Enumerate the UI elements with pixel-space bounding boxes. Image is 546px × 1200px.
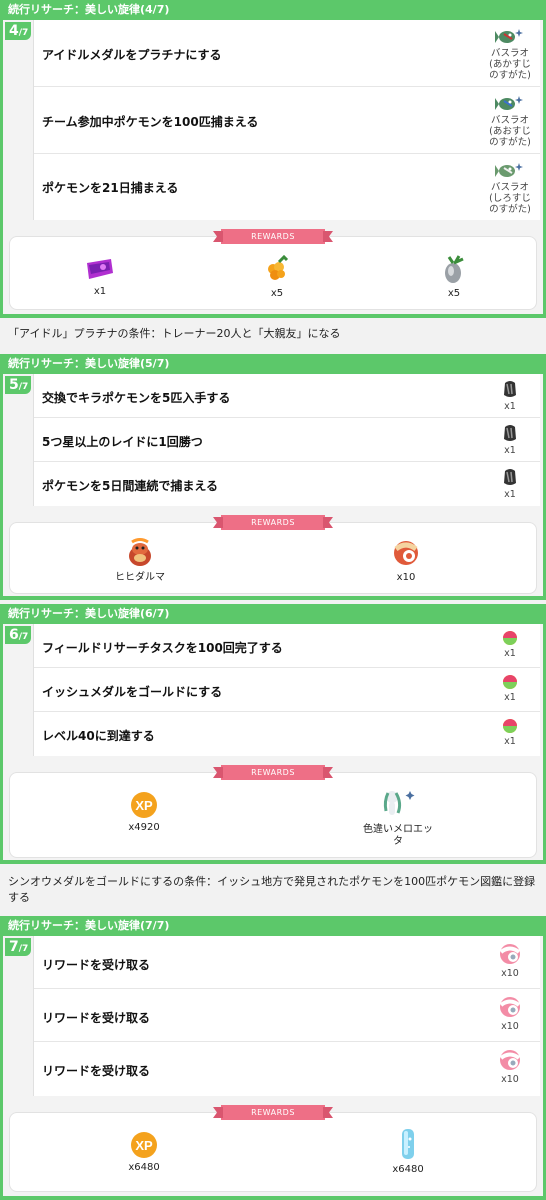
requirement-note: 「アイドル」プラチナの条件：トレーナー20人と「大親友」になる <box>0 326 546 342</box>
section-body: 4/7 アイドルメダルをプラチナにする バスラオ (あかすじ のすがた) チーム… <box>3 20 543 314</box>
rewards-panel: REWARDS XP x4920 色違いメロエッタ <box>9 765 537 858</box>
silver-pinap-berry-icon <box>445 255 464 283</box>
rewards-panel: REWARDS XP x6480 x6480 <box>9 1105 537 1192</box>
task-row[interactable]: リワードを受け取る x10 <box>34 936 540 989</box>
rainbow-gem-icon <box>503 631 517 645</box>
xp-icon: XP <box>131 1132 157 1158</box>
task-row[interactable]: 交換でキラポケモンを5匹入手する x1 <box>34 374 540 418</box>
shiny-meloetta-icon <box>383 791 415 815</box>
rainbow-gem-icon <box>503 719 517 733</box>
task-row[interactable]: リワードを受け取る x10 <box>34 1042 540 1096</box>
basculin-white-icon <box>495 163 523 177</box>
task-label: 交換でキラポケモンを5匹入手する <box>42 391 231 405</box>
task-label: アイドルメダルをプラチナにする <box>42 48 222 62</box>
task-reward: x1 <box>484 674 536 703</box>
task-row[interactable]: ポケモンを5日間連続で捕まえる x1 <box>34 462 540 506</box>
reward-item: x6480 <box>378 1127 438 1176</box>
task-reward: バスラオ (あかすじ のすがた) <box>484 26 536 81</box>
reward-item: x5 <box>247 255 307 300</box>
task-list: フィールドリサーチタスクを100回完了する x1 イッシュメダルをゴールドにする… <box>33 624 540 756</box>
rewards-ribbon: REWARDS <box>221 765 325 780</box>
reward-item: x10 <box>376 537 436 584</box>
task-reward: x1 <box>484 467 536 500</box>
task-reward: x1 <box>484 423 536 456</box>
task-reward: バスラオ (あおすじ のすがた) <box>484 93 536 148</box>
reward-item: XP x6480 <box>114 1131 174 1174</box>
reward-item: XP x4920 <box>114 791 174 834</box>
task-label: リワードを受け取る <box>42 958 151 972</box>
step-badge: 4/7 <box>5 22 31 40</box>
rewards-panel: REWARDS ヒヒダルマ x10 <box>9 515 537 594</box>
svg-text:XP: XP <box>135 798 153 813</box>
task-label: イッシュメダルをゴールドにする <box>42 685 223 699</box>
shell-bell-icon <box>504 425 516 441</box>
shell-bell-icon <box>504 381 516 397</box>
rewards-ribbon: REWARDS <box>221 515 325 530</box>
research-step-4: 続行リサーチ：美しい旋律(4/7) 4/7 アイドルメダルをプラチナにする バス… <box>0 0 546 318</box>
task-reward: x1 <box>484 379 536 412</box>
reward-item: x5 <box>424 255 484 300</box>
section-title: 続行リサーチ：美しい旋律(5/7) <box>8 357 170 370</box>
golden-razz-berry-icon <box>268 255 289 280</box>
section-title: 続行リサーチ：美しい旋律(4/7) <box>8 3 170 16</box>
section-body: 7/7 リワードを受け取る x10 リワードを受け取る x10 リワードを受け取… <box>3 936 543 1196</box>
step-badge: 5/7 <box>5 376 31 394</box>
darmanitan-candy-icon <box>394 541 418 565</box>
task-list: アイドルメダルをプラチナにする バスラオ (あかすじ のすがた) チーム参加中ポ… <box>33 20 540 220</box>
task-label: フィールドリサーチタスクを100回完了する <box>42 641 283 655</box>
meloetta-candy-icon <box>499 997 521 1017</box>
reward-item: ヒヒダルマ <box>100 537 180 584</box>
task-row[interactable]: リワードを受け取る x10 <box>34 989 540 1042</box>
task-reward: x10 <box>484 995 536 1032</box>
rewards-ribbon: REWARDS <box>221 229 325 244</box>
task-label: ポケモンを21日捕まえる <box>42 181 179 195</box>
task-label: チーム参加中ポケモンを100匹捕まえる <box>42 115 259 129</box>
research-step-7: 続行リサーチ：美しい旋律(7/7) 7/7 リワードを受け取る x10 リワード… <box>0 916 546 1200</box>
requirement-note: シンオウメダルをゴールドにするの条件：イッシュ地方で発見されたポケモンを100匹… <box>0 874 546 906</box>
task-reward: x1 <box>484 630 536 659</box>
rainbow-gem-icon <box>503 675 517 689</box>
task-label: ポケモンを5日間連続で捕まえる <box>42 479 218 493</box>
task-row[interactable]: アイドルメダルをプラチナにする バスラオ (あかすじ のすがた) <box>34 20 540 87</box>
reward-item: 色違いメロエッタ <box>360 787 436 848</box>
task-label: 5つ星以上のレイドに1回勝つ <box>42 435 203 449</box>
task-list: リワードを受け取る x10 リワードを受け取る x10 リワードを受け取る x1… <box>33 936 540 1096</box>
task-list: 交換でキラポケモンを5匹入手する x1 5つ星以上のレイドに1回勝つ x1 ポケ… <box>33 374 540 506</box>
task-label: リワードを受け取る <box>42 1064 151 1078</box>
rewards-ribbon: REWARDS <box>221 1105 325 1120</box>
rewards-panel: REWARDS x1 x5 x5 <box>9 229 537 310</box>
task-row[interactable]: ポケモンを21日捕まえる バスラオ (しろすじ のすがた) <box>34 154 540 220</box>
svg-text:XP: XP <box>135 1138 153 1153</box>
task-reward: x1 <box>484 718 536 747</box>
research-step-5: 続行リサーチ：美しい旋律(5/7) 5/7 交換でキラポケモンを5匹入手する x… <box>0 354 546 600</box>
research-page: 続行リサーチ：美しい旋律(4/7) 4/7 アイドルメダルをプラチナにする バス… <box>0 0 546 1200</box>
reward-item: x1 <box>70 255 130 298</box>
section-body: 5/7 交換でキラポケモンを5匹入手する x1 5つ星以上のレイドに1回勝つ x… <box>3 374 543 596</box>
task-row[interactable]: フィールドリサーチタスクを100回完了する x1 <box>34 624 540 668</box>
task-row[interactable]: チーム参加中ポケモンを100匹捕まえる バスラオ (あおすじ のすがた) <box>34 87 540 154</box>
section-body: 6/7 フィールドリサーチタスクを100回完了する x1 イッシュメダルをゴール… <box>3 624 543 860</box>
task-reward: x10 <box>484 1048 536 1085</box>
task-reward: x10 <box>484 942 536 979</box>
task-label: レベル40に到達する <box>42 729 155 743</box>
basculin-red-icon <box>495 29 523 43</box>
step-badge: 7/7 <box>5 938 31 956</box>
step-badge: 6/7 <box>5 626 31 644</box>
darmanitan-icon <box>129 538 151 566</box>
task-row[interactable]: イッシュメダルをゴールドにする x1 <box>34 668 540 712</box>
basculin-blue-icon <box>495 96 523 110</box>
section-title: 続行リサーチ：美しい旋律(6/7) <box>8 607 170 620</box>
meloetta-candy-icon <box>499 944 521 964</box>
task-label: リワードを受け取る <box>42 1011 151 1025</box>
task-row[interactable]: レベル40に到達する x1 <box>34 712 540 756</box>
meloetta-candy-icon <box>499 1050 521 1070</box>
shell-bell-icon <box>504 469 516 485</box>
stardust-icon <box>402 1129 414 1159</box>
research-step-6: 続行リサーチ：美しい旋律(6/7) 6/7 フィールドリサーチタスクを100回完… <box>0 604 546 864</box>
task-reward: バスラオ (しろすじ のすがた) <box>484 160 536 215</box>
lure-module-icon <box>87 259 113 279</box>
xp-icon: XP <box>131 792 157 818</box>
task-row[interactable]: 5つ星以上のレイドに1回勝つ x1 <box>34 418 540 462</box>
section-title: 続行リサーチ：美しい旋律(7/7) <box>8 919 170 932</box>
